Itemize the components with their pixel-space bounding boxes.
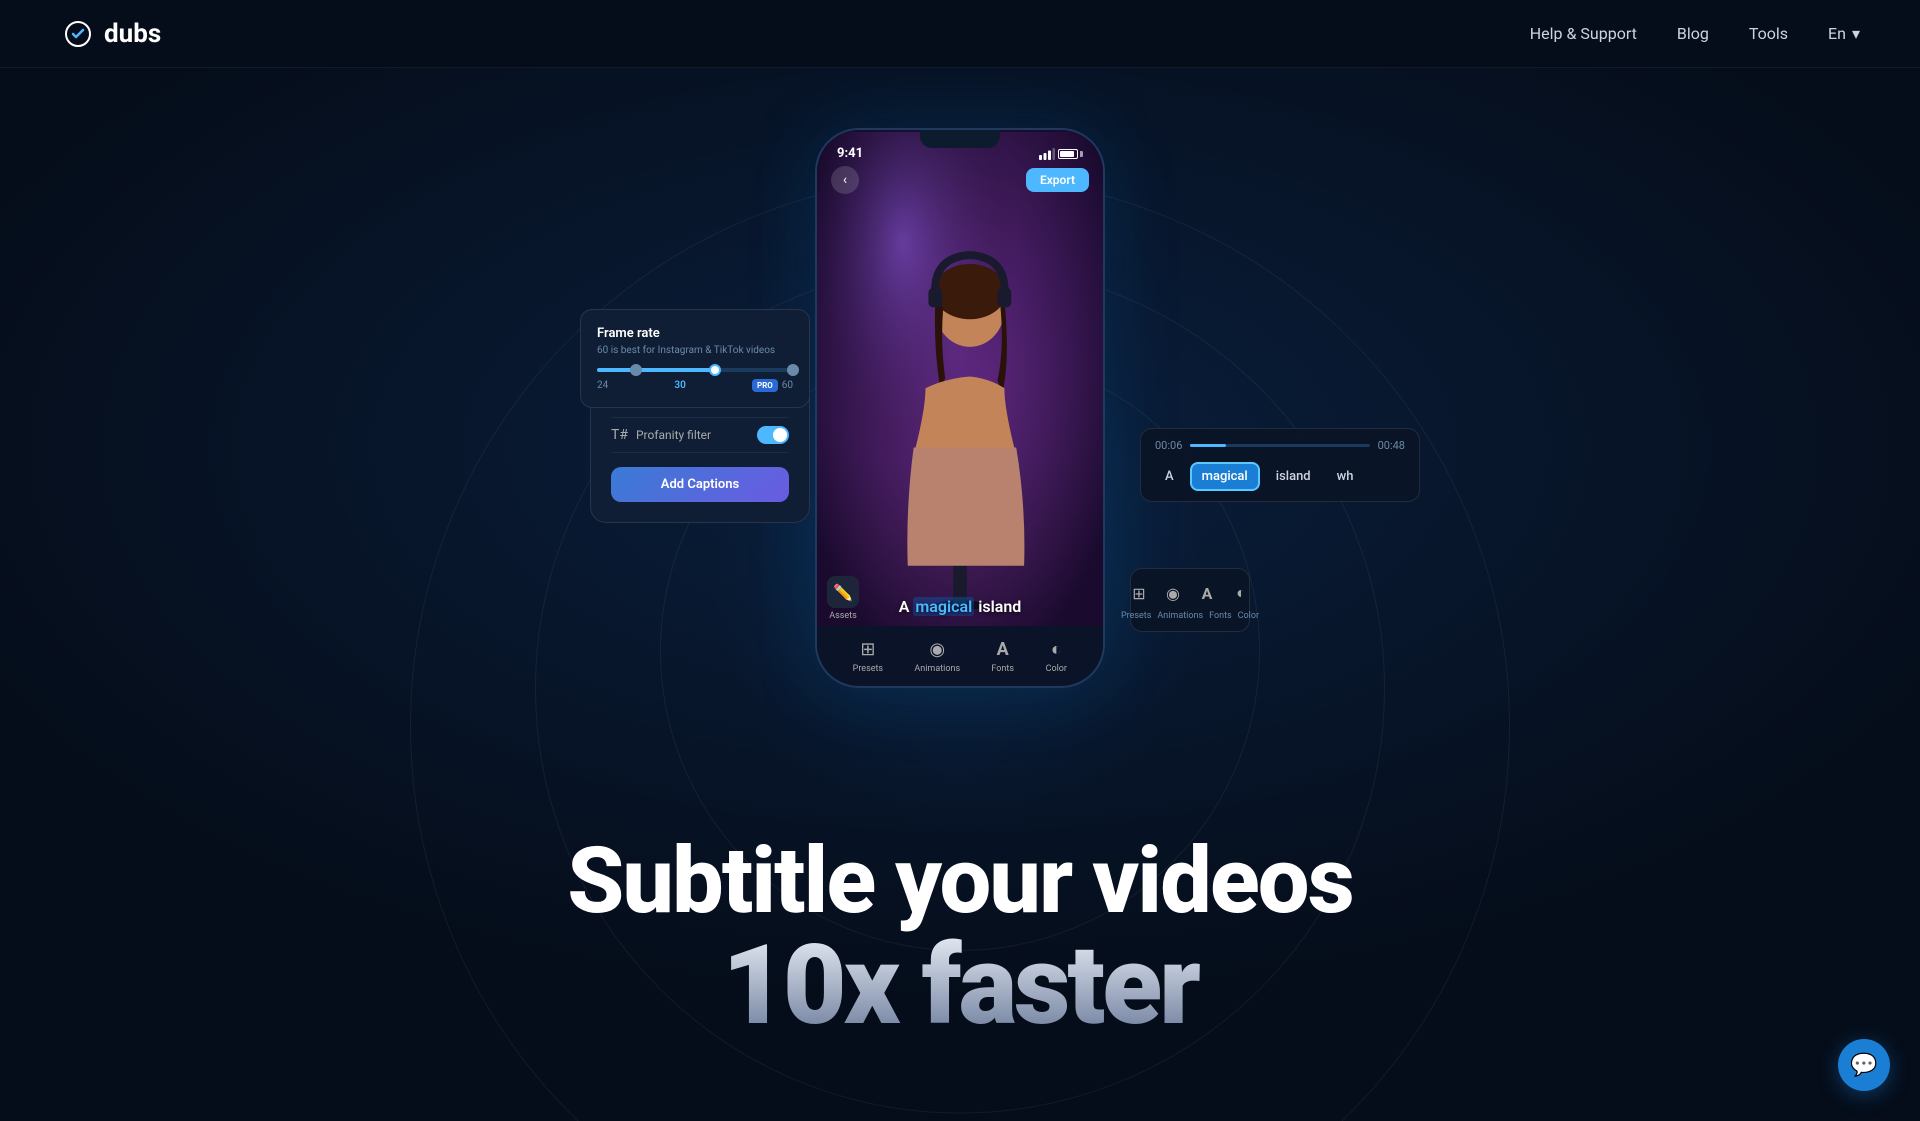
frame-rate-subtitle: 60 is best for Instagram & TikTok videos	[597, 345, 793, 356]
rt-animations-label: Animations	[1157, 611, 1203, 621]
rt-presets-label: Presets	[1121, 611, 1151, 621]
profanity-row: T# Profanity filter	[611, 418, 789, 453]
word-chip-magical[interactable]: magical	[1190, 462, 1260, 491]
headline-line-2: 10x faster	[0, 931, 1920, 1041]
hero-section: Choose language 🅐 Language English (EN) …	[0, 0, 1920, 1121]
timeline-bar-fill	[1190, 444, 1226, 447]
timeline-current-time: 00:06	[1155, 439, 1182, 452]
toolbar-fonts[interactable]: A Fonts	[991, 639, 1014, 674]
rt-presets-icon[interactable]: ⊞	[1125, 579, 1153, 607]
presets-icon: ⊞	[857, 639, 879, 661]
panel-timeline: 00:06 00:48 A magical island wh	[1140, 428, 1420, 502]
panel-right-tools: ⊞ ◉ A ◐ Presets Animations Fonts Color	[1130, 568, 1250, 632]
frame-rate-slider[interactable]	[597, 368, 793, 372]
frame-rate-labels: 24 30 PRO60	[597, 380, 793, 391]
profanity-icon: T#	[611, 427, 628, 443]
toggle-knob	[773, 428, 787, 442]
phone-subtitle: A magical island	[817, 597, 1103, 616]
fonts-icon: A	[992, 639, 1014, 661]
nav-help-support[interactable]: Help & Support	[1530, 24, 1637, 43]
animations-label: Animations	[914, 664, 960, 674]
rt-fonts-icon[interactable]: A	[1193, 579, 1221, 607]
phone-assets[interactable]: ✏️ Assets	[827, 576, 859, 621]
language-current: En	[1828, 24, 1846, 43]
subtitle-after: island	[974, 597, 1021, 616]
timeline-progress-bar[interactable]	[1190, 444, 1369, 447]
word-chip-island[interactable]: island	[1266, 464, 1321, 489]
timeline-words: A magical island wh	[1155, 462, 1405, 491]
add-captions-button[interactable]: Add Captions	[611, 467, 789, 502]
chevron-down-icon: ▾	[1852, 24, 1860, 43]
phone-top-bar: ‹ Export	[817, 166, 1103, 194]
navbar: dubs Help & Support Blog Tools En ▾	[0, 0, 1920, 68]
phone-export-button[interactable]: Export	[1026, 168, 1089, 192]
hero-content: Choose language 🅐 Language English (EN) …	[0, 68, 1920, 688]
logo[interactable]: dubs	[60, 16, 161, 52]
frame-rate-slider-fill	[597, 368, 715, 372]
phone-back-button[interactable]: ‹	[831, 166, 859, 194]
subtitle-before: A	[899, 597, 914, 616]
profanity-label: Profanity filter	[636, 428, 711, 442]
rt-fonts-label: Fonts	[1209, 611, 1232, 621]
word-chip-a[interactable]: A	[1155, 464, 1184, 489]
profanity-toggle[interactable]	[757, 426, 789, 444]
nav-links: Help & Support Blog Tools En ▾	[1530, 24, 1860, 43]
signal-icon	[1039, 148, 1055, 160]
rt-animations-icon[interactable]: ◉	[1159, 579, 1187, 607]
rt-color-label: Color	[1238, 611, 1259, 621]
rt-color-icon[interactable]: ◐	[1227, 579, 1255, 607]
profanity-row-left: T# Profanity filter	[611, 427, 711, 443]
fonts-label: Fonts	[991, 664, 1014, 674]
timeline-total-time: 00:48	[1378, 439, 1405, 452]
word-chip-wh[interactable]: wh	[1327, 464, 1364, 489]
toolbar-color[interactable]: ◐ Color	[1045, 639, 1067, 674]
panel-frame-rate: Frame rate 60 is best for Instagram & Ti…	[580, 309, 810, 408]
toolbar-presets[interactable]: ⊞ Presets	[853, 639, 883, 674]
chat-widget[interactable]: 💬	[1838, 1039, 1890, 1091]
right-tools-row: ⊞ ◉ A ◐	[1125, 579, 1255, 607]
frame-rate-thumb-end	[787, 364, 799, 376]
phone-bottom-toolbar: ⊞ Presets ◉ Animations A Fonts ◐ Color	[817, 626, 1103, 686]
color-label: Color	[1046, 664, 1067, 674]
nav-blog[interactable]: Blog	[1677, 24, 1709, 43]
hero-headline: Subtitle your videos 10x faster	[0, 834, 1920, 1041]
assets-icon: ✏️	[827, 576, 859, 608]
frame-rate-thumb-start	[630, 364, 642, 376]
logo-text: dubs	[104, 19, 161, 49]
battery-icon	[1058, 149, 1083, 159]
pro-badge: PRO	[752, 379, 778, 392]
phone-status-icons	[1039, 148, 1083, 160]
phone-mockup: 9:41	[815, 128, 1105, 688]
frame-rate-label-30: 30	[674, 380, 685, 391]
toolbar-animations[interactable]: ◉ Animations	[914, 639, 960, 674]
chat-icon: 💬	[1850, 1053, 1877, 1078]
frame-rate-thumb-active	[709, 364, 721, 376]
timeline-time: 00:06 00:48	[1155, 439, 1405, 452]
assets-label: Assets	[829, 611, 857, 621]
frame-rate-label-60-wrap: PRO60	[752, 380, 793, 391]
presets-label: Presets	[853, 664, 883, 674]
subtitle-highlight: magical	[913, 597, 974, 616]
nav-tools[interactable]: Tools	[1749, 24, 1788, 43]
frame-rate-title: Frame rate	[597, 326, 793, 341]
animations-icon: ◉	[926, 639, 948, 661]
right-tools-labels: Presets Animations Fonts Color	[1141, 611, 1239, 621]
headline-line-1: Subtitle your videos	[0, 834, 1920, 931]
language-selector[interactable]: En ▾	[1828, 24, 1860, 43]
frame-rate-label-24: 24	[597, 380, 608, 391]
color-icon: ◐	[1045, 639, 1067, 661]
phone-time: 9:41	[837, 146, 863, 161]
